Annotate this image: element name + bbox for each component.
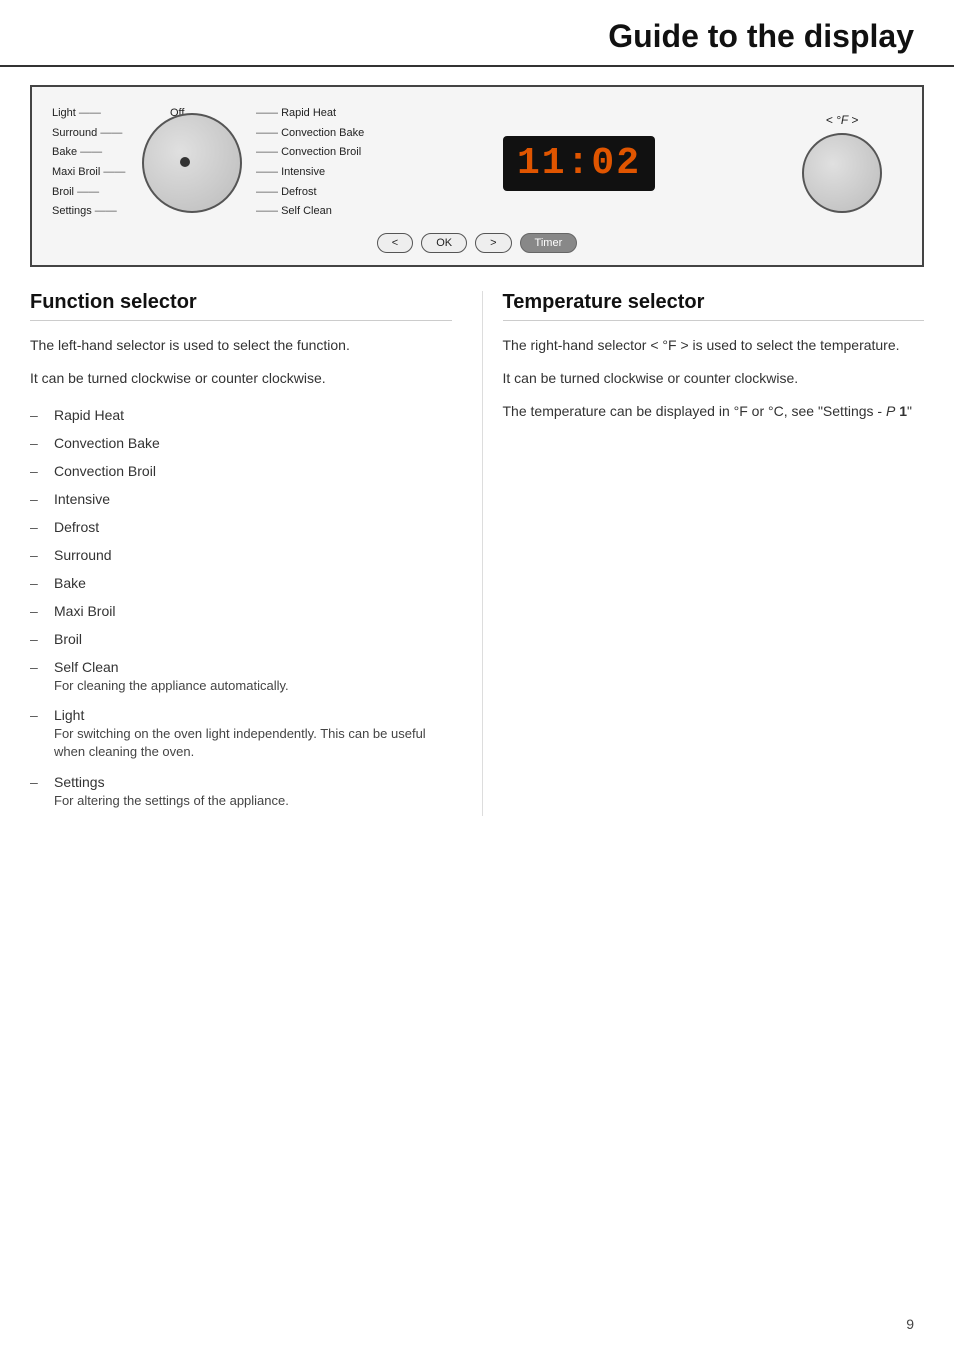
list-dash: – <box>30 547 46 563</box>
main-content: Function selector The left-hand selector… <box>0 291 954 816</box>
list-item: – Defrost <box>30 513 452 541</box>
item-content: Light For switching on the oven light in… <box>54 707 452 761</box>
temp-selector-label: < °F > <box>826 113 859 127</box>
item-content: Self Clean For cleaning the appliance au… <box>54 659 289 695</box>
item-content: Settings For altering the settings of th… <box>54 774 289 810</box>
display-panel: Light Surround Bake Maxi Broil Broil Set… <box>30 85 924 267</box>
list-item: – Maxi Broil <box>30 597 452 625</box>
right-labels: Rapid Heat Convection Bake Convection Br… <box>256 105 376 221</box>
item-label: Maxi Broil <box>54 603 115 619</box>
list-item: – Convection Bake <box>30 429 452 457</box>
function-dial-area: Off <box>132 103 252 223</box>
item-content: Rapid Heat <box>54 407 124 423</box>
list-item: – Surround <box>30 541 452 569</box>
item-content: Broil <box>54 631 82 647</box>
item-label: Rapid Heat <box>54 407 124 423</box>
item-label: Broil <box>54 631 82 647</box>
list-dash: – <box>30 631 46 647</box>
list-dash: – <box>30 407 46 423</box>
item-content: Convection Broil <box>54 463 156 479</box>
dial-indicator <box>180 157 190 167</box>
temperature-note: The temperature can be displayed in °F o… <box>503 401 925 422</box>
function-selector-title: Function selector <box>30 291 452 321</box>
list-item: – Intensive <box>30 485 452 513</box>
panel-button-right[interactable]: > <box>475 233 511 253</box>
temperature-selector-section: Temperature selector The right-hand sele… <box>482 291 925 816</box>
item-content: Intensive <box>54 491 110 507</box>
list-item: – Settings For altering the settings of … <box>30 768 452 816</box>
item-content: Maxi Broil <box>54 603 115 619</box>
item-label: Light <box>54 707 452 723</box>
panel-button-timer[interactable]: Timer <box>520 233 578 253</box>
label-defrost: Defrost <box>256 184 376 202</box>
list-dash: – <box>30 491 46 507</box>
list-item: – Broil <box>30 625 452 653</box>
panel-buttons: < OK > Timer <box>52 233 902 253</box>
label-settings: Settings <box>52 203 132 221</box>
label-intensive: Intensive <box>256 164 376 182</box>
label-bake: Bake <box>52 144 132 162</box>
item-desc: For altering the settings of the applian… <box>54 792 289 810</box>
function-dial <box>142 113 242 213</box>
item-label: Bake <box>54 575 86 591</box>
label-convection-bake: Convection Bake <box>256 125 376 143</box>
item-content: Convection Bake <box>54 435 160 451</box>
item-content: Bake <box>54 575 86 591</box>
temperature-intro1: The right-hand selector < °F > is used t… <box>503 335 925 356</box>
list-item: – Convection Broil <box>30 457 452 485</box>
function-list: – Rapid Heat – Convection Bake – Convect… <box>30 401 452 816</box>
function-selector-intro1: The left-hand selector is used to select… <box>30 335 452 356</box>
list-item: – Self Clean For cleaning the appliance … <box>30 653 452 701</box>
panel-button-left[interactable]: < <box>377 233 413 253</box>
temperature-dial <box>802 133 882 213</box>
list-dash: – <box>30 463 46 479</box>
page-title: Guide to the display <box>40 18 914 55</box>
list-dash: – <box>30 774 46 790</box>
left-labels: Light Surround Bake Maxi Broil Broil Set… <box>52 105 132 221</box>
temperature-intro2: It can be turned clockwise or counter cl… <box>503 368 925 389</box>
list-dash: – <box>30 659 46 675</box>
list-dash: – <box>30 575 46 591</box>
temperature-selector-title: Temperature selector <box>503 291 925 321</box>
clock-digits: 11:02 <box>503 136 655 191</box>
list-dash: – <box>30 519 46 535</box>
label-light: Light <box>52 105 132 123</box>
page-number: 9 <box>906 1316 914 1332</box>
list-dash: – <box>30 603 46 619</box>
item-label: Settings <box>54 774 289 790</box>
label-surround: Surround <box>52 125 132 143</box>
label-self-clean: Self Clean <box>256 203 376 221</box>
item-desc: For cleaning the appliance automatically… <box>54 677 289 695</box>
panel-button-ok[interactable]: OK <box>421 233 467 253</box>
list-item: – Light For switching on the oven light … <box>30 701 452 767</box>
list-item: – Bake <box>30 569 452 597</box>
item-content: Defrost <box>54 519 99 535</box>
item-label: Defrost <box>54 519 99 535</box>
label-maxi-broil: Maxi Broil <box>52 164 132 182</box>
list-dash: – <box>30 707 46 723</box>
item-label: Intensive <box>54 491 110 507</box>
function-selector-section: Function selector The left-hand selector… <box>30 291 482 816</box>
page-header: Guide to the display <box>0 0 954 67</box>
item-desc: For switching on the oven light independ… <box>54 725 452 761</box>
item-label: Surround <box>54 547 112 563</box>
clock-display-area: 11:02 <box>376 136 782 191</box>
list-dash: – <box>30 435 46 451</box>
function-selector-intro2: It can be turned clockwise or counter cl… <box>30 368 452 389</box>
label-convection-broil: Convection Broil <box>256 144 376 162</box>
label-broil: Broil <box>52 184 132 202</box>
item-label: Self Clean <box>54 659 289 675</box>
item-content: Surround <box>54 547 112 563</box>
item-label: Convection Broil <box>54 463 156 479</box>
label-rapid-heat: Rapid Heat <box>256 105 376 123</box>
list-item: – Rapid Heat <box>30 401 452 429</box>
temperature-selector-area: < °F > <box>782 113 902 213</box>
panel-inner: Light Surround Bake Maxi Broil Broil Set… <box>52 103 902 223</box>
item-label: Convection Bake <box>54 435 160 451</box>
